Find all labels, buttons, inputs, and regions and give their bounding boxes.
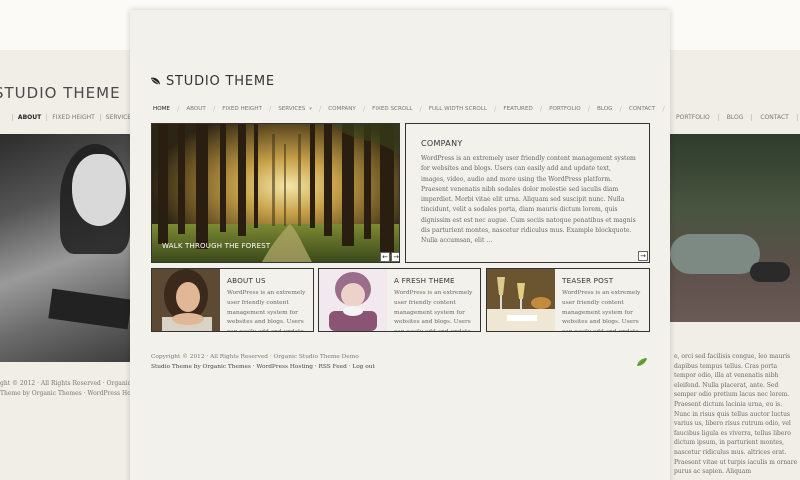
green-leaf-icon — [637, 358, 647, 366]
card-body: WordPress is an extremely user friendly … — [227, 290, 306, 331]
card-teaser-post[interactable]: TEASER POST WordPress is an extremely us… — [486, 268, 650, 332]
nav-separator: / — [662, 105, 665, 113]
card-body: WordPress is an extremely user friendly … — [562, 290, 641, 331]
photo-shoe-shape — [750, 262, 790, 282]
slider-next-button[interactable]: → — [391, 252, 399, 262]
logo-text: STUDIO THEME — [166, 74, 275, 89]
nav-item-blog[interactable]: BLOG — [590, 106, 620, 112]
card-title: ABOUT US — [227, 276, 266, 285]
nav-item-full-width-scroll[interactable]: FULL WIDTH SCROLL — [422, 106, 494, 112]
main-nav: HOME / ABOUT / FIXED HEIGHT / SERVICES ▾ / CO… — [150, 105, 665, 113]
nav-item-company[interactable]: COMPANY — [321, 106, 363, 112]
main-page: STUDIO THEME HOME / ABOUT / FIXED HEIGHT / … — [130, 10, 670, 480]
nav-item-services[interactable]: SERVICES ▾ — [271, 106, 319, 112]
footer-links[interactable]: Studio Theme by Organic Themes · WordPre… — [151, 363, 375, 373]
footer-copyright: Copyright © 2012 · All Rights Reserved ·… — [151, 354, 359, 360]
background-nav-item: ABOUT — [13, 114, 48, 121]
leaf-logo-icon — [150, 77, 161, 85]
nav-item-home[interactable]: HOME — [150, 106, 177, 112]
company-title: COMPANY — [421, 139, 463, 148]
card-title: A FRESH THEME — [394, 276, 455, 285]
site-logo[interactable]: STUDIO THEME — [150, 74, 275, 89]
background-nav-item: PORTFOLIO — [668, 114, 719, 121]
nav-item-about[interactable]: ABOUT — [179, 106, 212, 112]
photo-face-shape — [72, 154, 126, 226]
card-a-fresh-theme[interactable]: A FRESH THEME WordPress is an extremely … — [318, 268, 481, 332]
photo-book-shape — [48, 288, 132, 330]
nav-item-fixed-height[interactable]: FIXED HEIGHT — [215, 106, 269, 112]
background-photo-woman-reading — [0, 134, 132, 362]
nav-item-contact[interactable]: CONTACT — [622, 106, 663, 112]
company-body: WordPress is an extremely user friendly … — [421, 155, 636, 245]
slider-prev-button[interactable]: ← — [380, 252, 390, 262]
fresh-theme-thumbnail — [319, 269, 387, 331]
site-footer: Copyright © 2012 · All Rights Reserved ·… — [151, 353, 375, 373]
background-nav-item — [0, 114, 13, 121]
slide-caption: WALK THROUGH THE FOREST — [162, 242, 271, 250]
photo-leg-shape — [670, 234, 760, 274]
company-more-button[interactable]: → — [638, 251, 648, 261]
card-body: WordPress is an extremely user friendly … — [394, 290, 473, 331]
background-nav-item: CONTACT — [752, 114, 798, 121]
nav-item-featured[interactable]: FEATURED — [496, 106, 539, 112]
about-us-thumbnail — [152, 269, 220, 331]
background-logo: STUDIO THEME — [0, 84, 121, 102]
nav-item-fixed-scroll[interactable]: FIXED SCROLL — [365, 106, 419, 112]
background-nav-right: PORTFOLIO BLOG CONTACT — [668, 114, 798, 121]
card-about-us[interactable]: ABOUT US WordPress is an extremely user … — [151, 268, 314, 332]
image-slider[interactable]: WALK THROUGH THE FOREST ← → — [151, 123, 400, 263]
company-box: COMPANY WordPress is an extremely user f… — [405, 123, 650, 263]
card-title: TEASER POST — [562, 276, 614, 285]
background-nav-left: ABOUT FIXED HEIGHT SERVICES — [0, 114, 141, 121]
background-photo-legs — [670, 134, 800, 322]
background-nav-item: FIXED HEIGHT — [47, 114, 101, 121]
teaser-post-thumbnail — [487, 269, 555, 331]
nav-item-portfolio[interactable]: PORTFOLIO — [542, 106, 587, 112]
nav-item-services-label: SERVICES — [278, 106, 306, 112]
background-body-text: e, orci sed facilisis congue, leo mauris… — [674, 353, 798, 476]
chevron-down-icon: ▾ — [309, 106, 312, 112]
background-nav-item: BLOG — [719, 114, 753, 121]
